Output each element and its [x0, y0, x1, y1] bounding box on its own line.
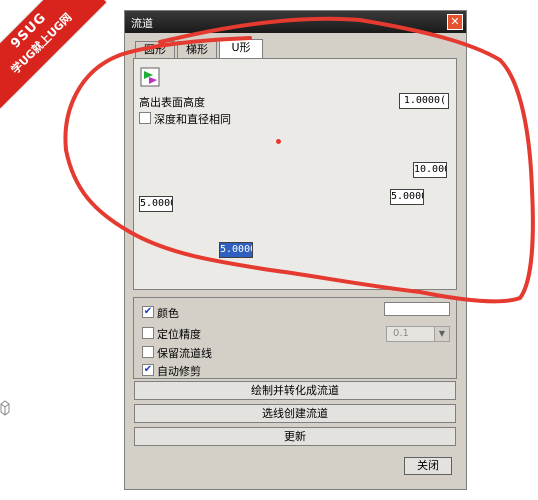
- dimension-input-left[interactable]: 5.0000(: [139, 196, 173, 212]
- dialog-title: 流道: [131, 17, 153, 30]
- locate-precision-select[interactable]: 0.1 ▼: [386, 326, 450, 342]
- height-above-surface-label: 高出表面高度: [139, 96, 205, 109]
- close-icon[interactable]: ✕: [447, 14, 463, 30]
- tab-panel-u-shape: 高出表面高度 1.0000( 深度和直径相同 10.000( 5.0000( 5…: [133, 58, 457, 290]
- color-checkbox[interactable]: ✔: [142, 306, 154, 318]
- dimension-input-right-mid[interactable]: 5.0000(: [390, 189, 424, 205]
- color-swatch[interactable]: [384, 302, 450, 316]
- watermark-ribbon: 9SUG 学UG就上UG网: [0, 0, 107, 109]
- tab-u-shape[interactable]: U形: [219, 39, 263, 58]
- annotation-dot: [276, 139, 281, 144]
- update-button[interactable]: 更新: [134, 427, 456, 446]
- select-create-button[interactable]: 选线创建流道: [134, 404, 456, 423]
- dimension-input-bottom[interactable]: 5.0000(: [219, 242, 253, 258]
- dimension-input-right-top[interactable]: 10.000(: [413, 162, 447, 178]
- u-runner-shape-icon: [140, 67, 160, 87]
- chevron-down-icon[interactable]: ▼: [434, 327, 449, 341]
- auto-trim-label: 自动修剪: [157, 365, 201, 378]
- tab-trapezoid[interactable]: 梯形: [177, 41, 217, 58]
- height-above-surface-input[interactable]: 1.0000(: [399, 93, 449, 109]
- keep-runner-lines-label: 保留流道线: [157, 347, 212, 360]
- same-depth-label: 深度和直径相同: [154, 113, 231, 126]
- same-depth-checkbox[interactable]: [139, 112, 151, 124]
- locate-precision-label: 定位精度: [157, 328, 201, 341]
- tab-circular[interactable]: 圆形: [135, 41, 175, 58]
- title-bar[interactable]: 流道 ✕: [125, 11, 466, 33]
- locate-precision-checkbox[interactable]: [142, 327, 154, 339]
- color-label: 颜色: [157, 307, 179, 320]
- runner-dialog: 流道 ✕ 圆形 梯形 U形 高出表面高度 1.0000( 深度和直径相同 10.…: [124, 10, 467, 490]
- keep-runner-lines-checkbox[interactable]: [142, 346, 154, 358]
- locate-precision-value: 0.1: [393, 328, 409, 339]
- options-group: ✔ 颜色 定位精度 0.1 ▼ 保留流道线 ✔ 自动修剪: [133, 297, 457, 379]
- draw-convert-button[interactable]: 绘制并转化成流道: [134, 381, 456, 400]
- close-button[interactable]: 关闭: [404, 457, 452, 475]
- cube-icon: [0, 400, 10, 416]
- auto-trim-checkbox[interactable]: ✔: [142, 364, 154, 376]
